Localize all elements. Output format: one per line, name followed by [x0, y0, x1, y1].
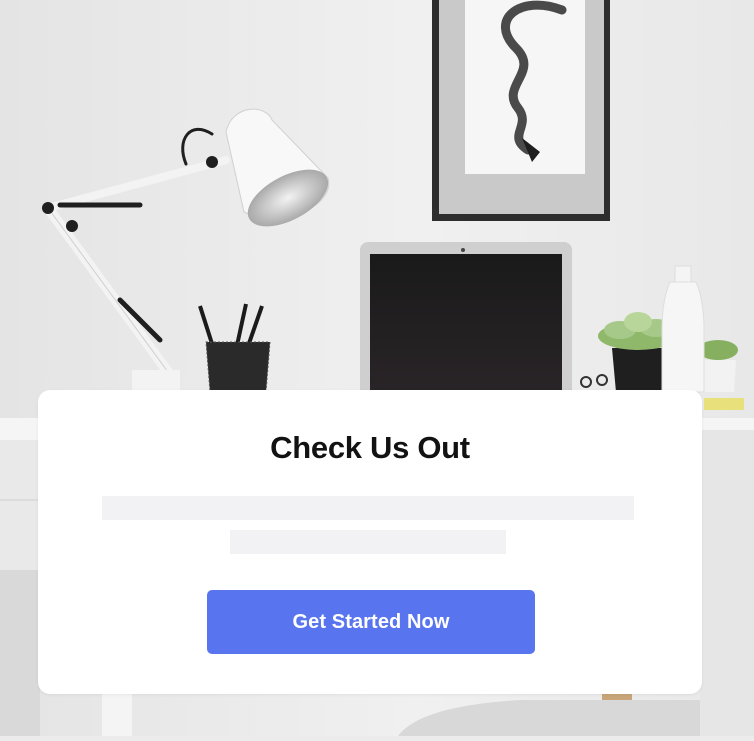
- signup-card: Check Us Out Get Started Now: [38, 390, 702, 694]
- text-placeholder-line: [102, 496, 634, 520]
- text-placeholder-line: [230, 530, 506, 554]
- card-title: Check Us Out: [270, 430, 470, 465]
- get-started-button[interactable]: Get Started Now: [207, 590, 535, 654]
- framed-art: [432, 0, 610, 221]
- vase: [661, 265, 705, 393]
- laptop: [360, 242, 572, 402]
